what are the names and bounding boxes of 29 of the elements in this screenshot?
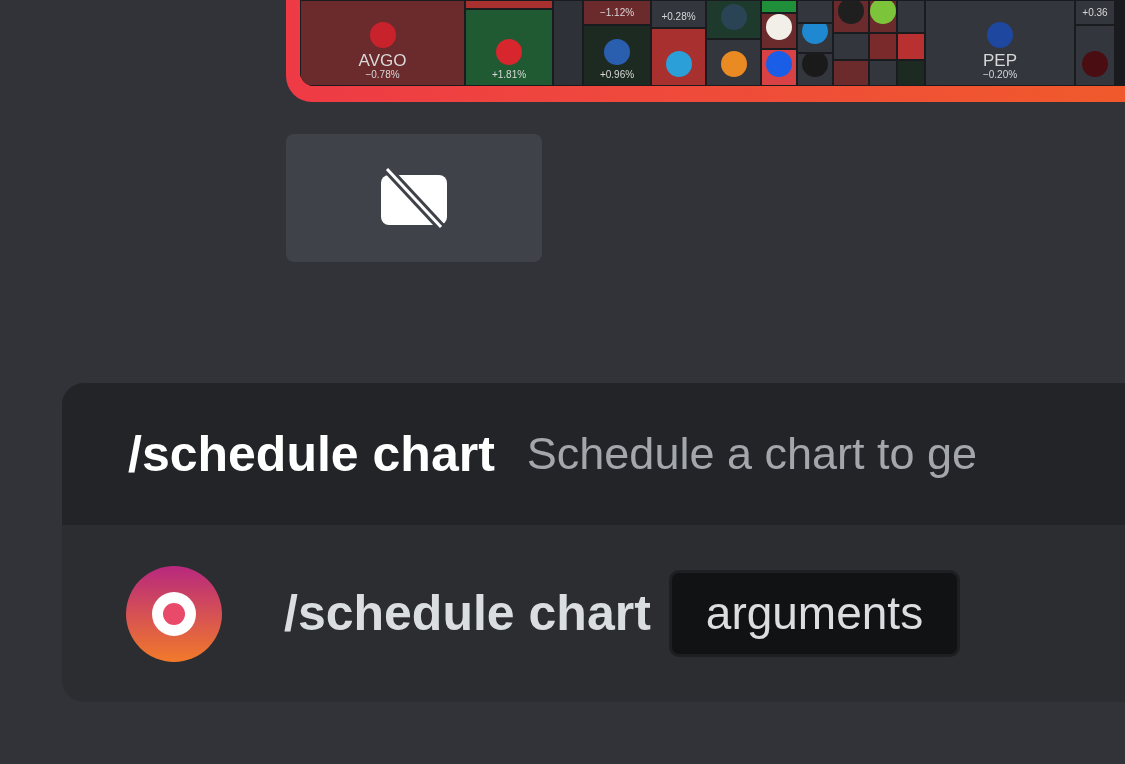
- change-label: −0.20%: [982, 68, 1018, 81]
- logo-icon: [766, 51, 792, 77]
- app-avatar-icon: [126, 565, 222, 662]
- argument-chip[interactable]: arguments: [668, 570, 961, 657]
- command-name: /schedule chart: [128, 424, 495, 484]
- change-label: +0.96%: [599, 68, 635, 81]
- command-entry[interactable]: /schedule chart arguments: [62, 525, 1125, 702]
- logo-icon: [720, 4, 747, 31]
- logo-icon: [802, 24, 828, 44]
- heatmap-tile: [869, 59, 897, 86]
- logo-icon: [987, 21, 1013, 48]
- logo-icon: [604, 38, 630, 65]
- ticker-label: PEP: [983, 51, 1017, 69]
- change-label: −0.78%: [365, 68, 400, 81]
- logo-icon: [496, 38, 522, 65]
- logo-icon: [766, 14, 792, 41]
- change-label: +0.36: [1082, 7, 1108, 20]
- logo-icon: [1082, 51, 1108, 77]
- video-toggle-button[interactable]: [286, 134, 542, 262]
- command-name: /schedule chart: [284, 584, 651, 643]
- change-label: +1.81%: [491, 68, 527, 81]
- ticker-label: AVGO: [358, 51, 407, 69]
- change-label: −1.12%: [599, 7, 635, 20]
- logo-icon: [665, 51, 692, 77]
- logo-icon: [720, 51, 747, 77]
- command-description: Schedule a chart to ge: [526, 427, 978, 482]
- change-label: +0.28%: [661, 10, 696, 24]
- logo-icon: [870, 1, 896, 25]
- logo-icon: [369, 21, 396, 48]
